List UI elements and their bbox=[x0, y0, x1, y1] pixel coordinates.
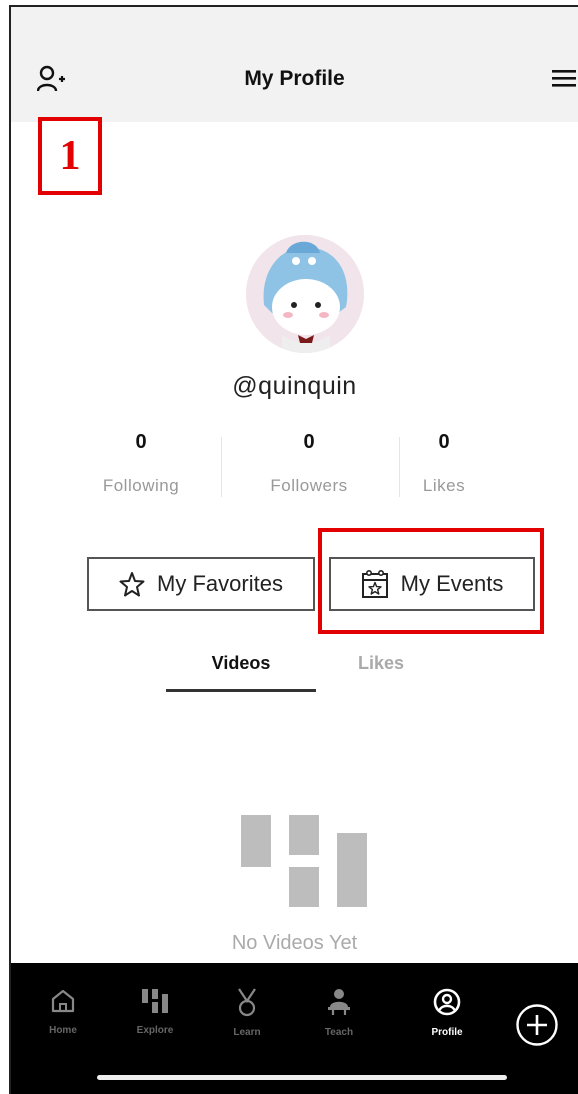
home-indicator bbox=[97, 1075, 507, 1080]
stat-following[interactable]: 0 Following bbox=[76, 431, 206, 496]
step-number-badge: 1 bbox=[38, 117, 102, 195]
stat-label: Following bbox=[102, 476, 180, 495]
plus-circle-icon[interactable] bbox=[515, 1003, 559, 1047]
explore-icon bbox=[142, 989, 168, 1013]
stat-label: Likes bbox=[422, 476, 466, 495]
page-title: My Profile bbox=[244, 67, 345, 90]
no-videos-icon bbox=[241, 815, 367, 907]
stat-value: 0 bbox=[303, 431, 315, 453]
tab-likes[interactable]: Likes bbox=[321, 653, 441, 674]
nav-teach[interactable]: Teach bbox=[299, 963, 379, 1038]
nav-learn[interactable]: Learn bbox=[207, 963, 287, 1038]
nav-label: Profile bbox=[431, 1027, 463, 1038]
avatar[interactable] bbox=[246, 235, 364, 353]
stat-followers[interactable]: 0 Followers bbox=[244, 431, 374, 496]
nav-home[interactable]: Home bbox=[23, 963, 103, 1036]
nav-explore[interactable]: Explore bbox=[115, 963, 195, 1036]
nav-label: Explore bbox=[136, 1025, 174, 1036]
home-icon bbox=[51, 989, 75, 1013]
stat-likes[interactable]: 0 Likes bbox=[379, 431, 509, 496]
app-screen: My Profile 1 @quinquin 0 Following 0 Fol… bbox=[9, 5, 578, 1094]
menu-icon[interactable] bbox=[552, 67, 576, 89]
nav-label: Teach bbox=[324, 1027, 354, 1038]
nav-label: Learn bbox=[233, 1027, 261, 1038]
bottom-navigation: Home Explore Learn Teach Profile bbox=[11, 963, 578, 1094]
star-icon bbox=[119, 572, 145, 597]
avatar-illustration bbox=[246, 235, 364, 353]
medal-icon bbox=[238, 988, 256, 1017]
stat-label: Followers bbox=[270, 476, 348, 495]
stat-value: 0 bbox=[135, 431, 147, 453]
my-favorites-button[interactable]: My Favorites bbox=[87, 557, 315, 611]
highlight-box bbox=[318, 528, 544, 634]
top-bar: My Profile bbox=[11, 7, 578, 122]
nav-label: Home bbox=[49, 1025, 77, 1036]
stat-value: 0 bbox=[438, 431, 450, 453]
tab-active-indicator bbox=[166, 689, 316, 692]
nav-profile[interactable]: Profile bbox=[407, 963, 487, 1038]
profile-icon bbox=[433, 988, 461, 1016]
my-favorites-label: My Favorites bbox=[157, 571, 283, 596]
username: @quinquin bbox=[232, 372, 357, 400]
tab-videos[interactable]: Videos bbox=[181, 653, 301, 674]
empty-state-text: No Videos Yet bbox=[231, 932, 358, 954]
teach-icon bbox=[328, 989, 350, 1015]
stat-divider bbox=[221, 437, 222, 497]
